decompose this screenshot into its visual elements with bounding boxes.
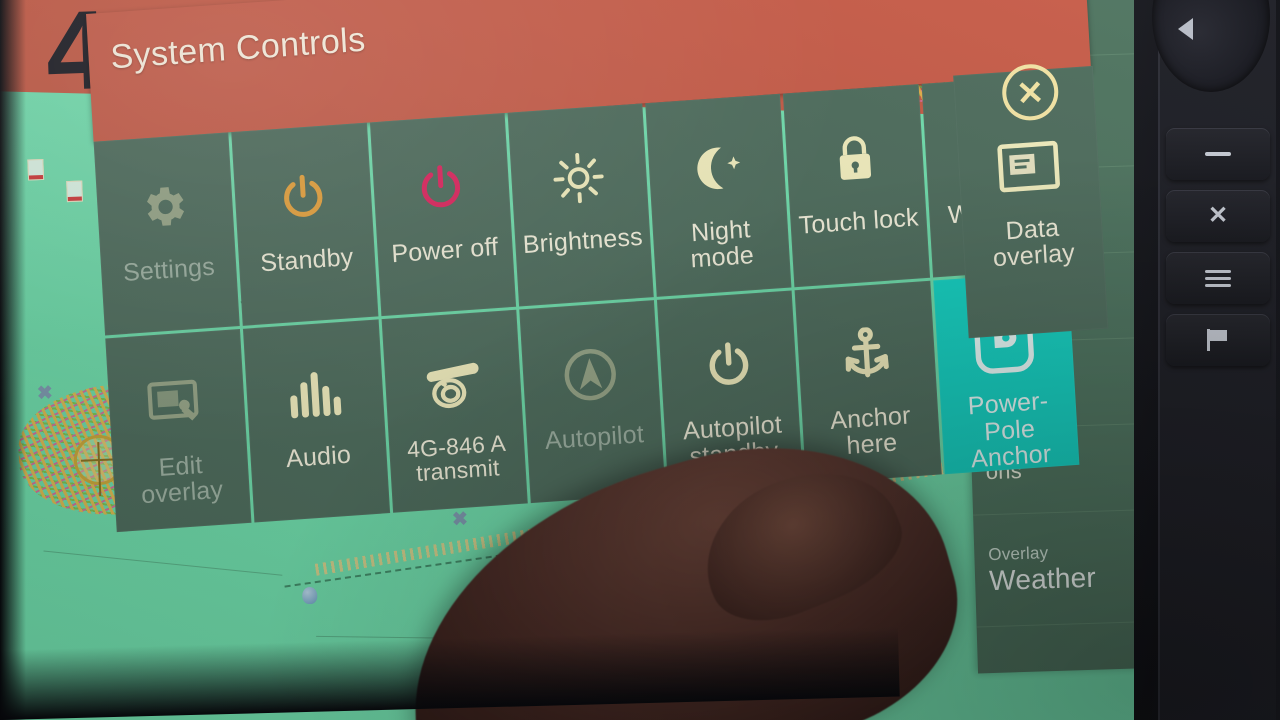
chart-obstruction-marker: ✖ — [36, 382, 54, 405]
edit-overlay-icon — [143, 354, 211, 454]
tile-label: Autopilot — [544, 420, 645, 455]
moon-icon — [687, 119, 747, 219]
tile-brightness[interactable]: Brightness — [507, 103, 654, 307]
tile-audio[interactable]: Audio — [243, 319, 390, 523]
tile-label: Brightness — [522, 222, 644, 260]
power-standby-icon — [275, 148, 331, 247]
tile-label: Power off — [390, 232, 500, 269]
audio-levels-icon — [285, 344, 345, 444]
power-standby-icon — [701, 315, 757, 414]
data-overlay-icon — [993, 116, 1065, 216]
tile-standby[interactable]: Standby — [231, 122, 378, 326]
power-off-icon — [413, 138, 469, 237]
tile-label: Settings — [122, 252, 216, 288]
sun-icon — [550, 128, 608, 227]
gear-icon — [136, 157, 194, 256]
x-icon: ✕ — [1207, 202, 1229, 229]
device-screenshot: ✖ ✖ ✖ ✖ ✖ 4 e cursor New waypoint... ons… — [0, 0, 1280, 720]
lock-icon — [830, 109, 880, 208]
tile-label: Night mode — [689, 215, 755, 274]
dpad-left-icon — [1178, 18, 1193, 40]
autopilot-icon — [561, 325, 621, 425]
tile-label: Edit overlay — [140, 450, 224, 510]
tile-settings[interactable]: Settings — [93, 132, 241, 336]
waypoint-button[interactable] — [1166, 314, 1270, 366]
overlay-value: Weather — [988, 561, 1097, 596]
tile-label: 4G-846 A transmit — [406, 429, 507, 487]
chart-beacon-symbol — [27, 158, 45, 181]
radar-scanner-icon — [418, 334, 488, 434]
tile-label: Touch lock — [797, 203, 920, 240]
device-bezel: ✕ — [1134, 0, 1280, 720]
tile-label: Power-Pole Anchor — [967, 387, 1053, 474]
chart-beacon-symbol — [66, 180, 83, 203]
tile-label: Data overlay — [992, 213, 1076, 273]
tile-radar-transmit[interactable]: 4G-846 A transmit — [381, 309, 528, 513]
hamburger-menu-icon — [1205, 266, 1231, 291]
close-glyph: ✕ — [1015, 72, 1046, 112]
minus-button[interactable] — [1166, 128, 1270, 180]
flag-icon — [1207, 329, 1229, 351]
system-controls-grid: Settings Standby Power off Brightness Ni… — [93, 74, 1080, 533]
tile-label: Standby — [259, 242, 355, 278]
tile-touch-lock[interactable]: Touch lock — [783, 84, 930, 288]
tile-power-off[interactable]: Power off — [369, 113, 516, 317]
tile-label: Audio — [285, 440, 352, 474]
cancel-button[interactable]: ✕ — [1166, 190, 1270, 242]
tile-night-mode[interactable]: Night mode — [645, 93, 792, 297]
page-title: System Controls — [109, 20, 367, 77]
anchor-icon — [838, 306, 896, 405]
minus-icon — [1205, 152, 1231, 156]
menu-button[interactable] — [1166, 252, 1270, 304]
screen-edge-shadow-left — [0, 0, 26, 720]
tile-edit-overlay[interactable]: Edit overlay — [105, 329, 252, 533]
